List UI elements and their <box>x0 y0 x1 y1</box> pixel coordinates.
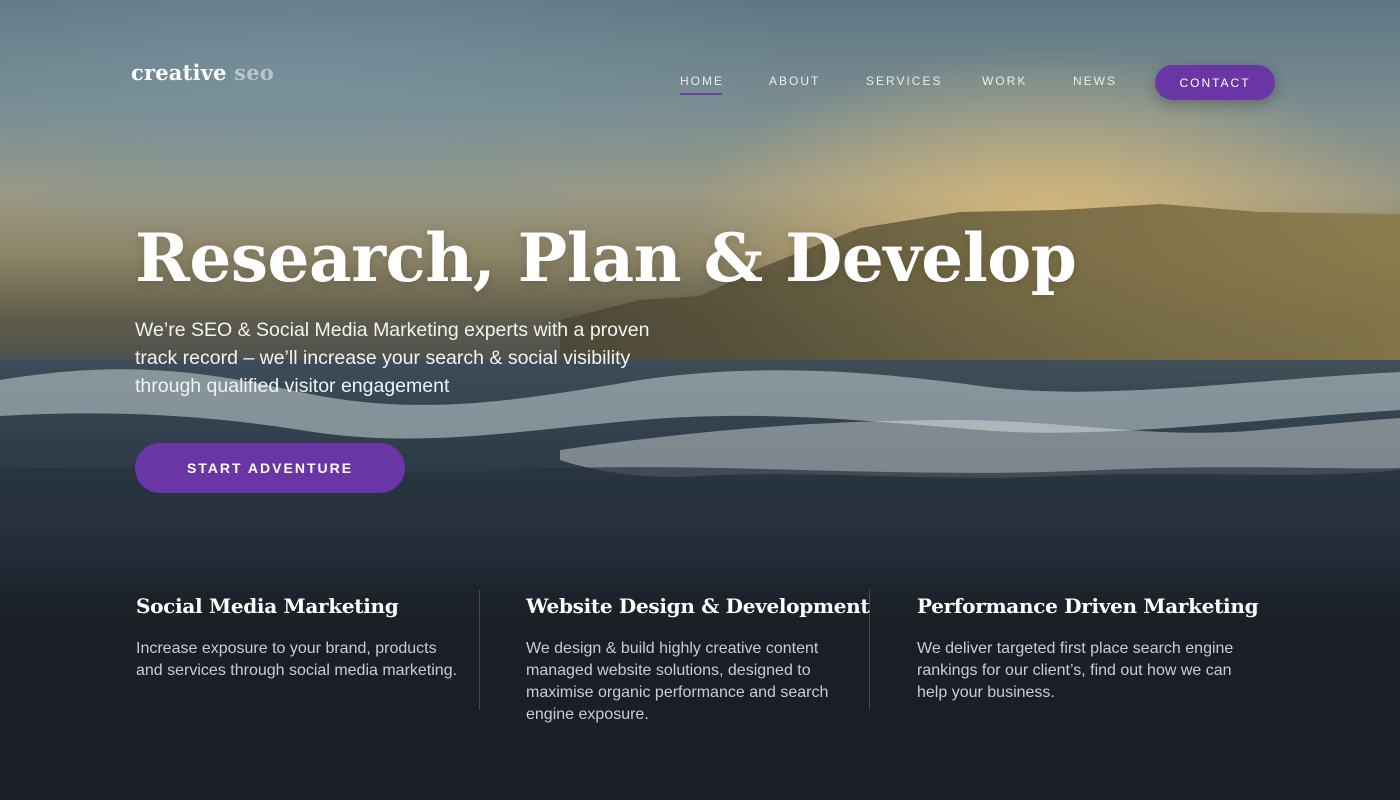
start-adventure-button[interactable]: START ADVENTURE <box>135 443 405 493</box>
contact-button[interactable]: CONTACT <box>1155 65 1275 100</box>
nav-item-home[interactable]: HOME <box>680 74 724 95</box>
hero-title: Research, Plan & Develop <box>135 219 1077 297</box>
hero-subtitle: We’re SEO & Social Media Marketing exper… <box>135 319 650 397</box>
feature-text: We deliver targeted first place search e… <box>917 640 1234 701</box>
feature-title: Website Design & Development <box>526 594 870 618</box>
feature-title: Social Media Marketing <box>136 594 399 618</box>
nav-item-news[interactable]: NEWS <box>1073 74 1117 88</box>
features-section: Social Media Marketing Increase exposure… <box>0 588 1400 738</box>
nav-item-about[interactable]: ABOUT <box>769 74 820 88</box>
feature-performance: Performance Driven Marketing We deliver … <box>917 588 1259 704</box>
logo-text-primary: creative <box>131 60 227 85</box>
logo-text-secondary: seo <box>226 60 274 85</box>
site-header: creative seo HOME ABOUT SERVICES WORK NE… <box>0 0 1400 160</box>
feature-text: We design & build highly creative conten… <box>526 640 829 723</box>
feature-social-media: Social Media Marketing Increase exposure… <box>136 588 466 682</box>
feature-title: Performance Driven Marketing <box>917 594 1259 618</box>
feature-web-design: Website Design & Development We design &… <box>526 588 870 726</box>
feature-divider <box>479 590 480 710</box>
feature-text: Increase exposure to your brand, product… <box>136 640 458 679</box>
nav-item-work[interactable]: WORK <box>982 74 1027 88</box>
feature-divider <box>869 590 870 710</box>
logo[interactable]: creative seo <box>131 60 274 85</box>
nav-item-services[interactable]: SERVICES <box>866 74 942 88</box>
